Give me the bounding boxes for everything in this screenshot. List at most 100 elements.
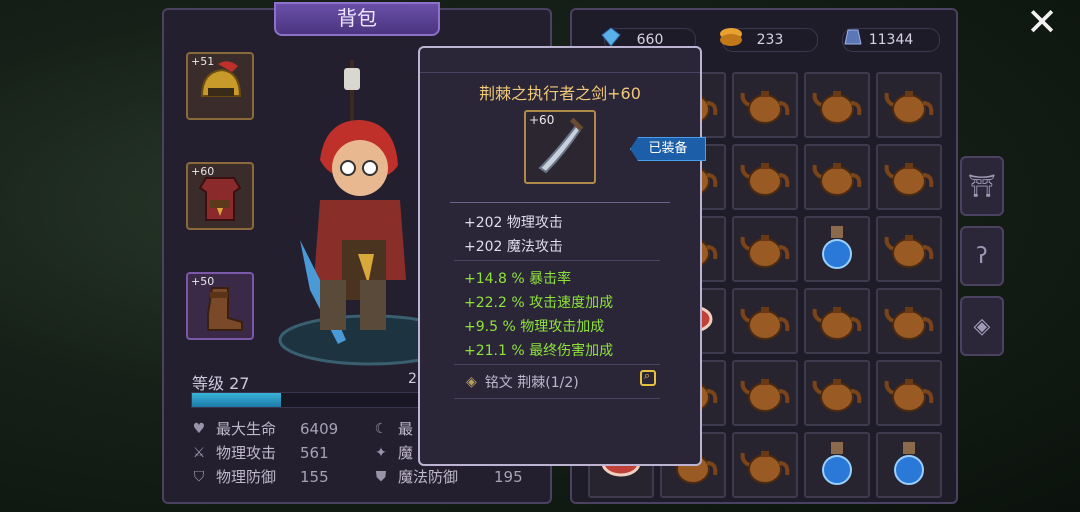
level-value: 27: [229, 374, 250, 393]
teapot-icon: [739, 79, 791, 131]
stat-physical-attack: ⚔ 物理攻击 561: [190, 442, 329, 463]
close-button[interactable]: ✕: [1026, 3, 1058, 41]
base-stat-1: +202 物理攻击: [464, 215, 563, 231]
crystal-icon: [601, 27, 621, 47]
armor-icon: [198, 177, 242, 221]
teapot-icon: [883, 295, 935, 347]
stat-physical-defense: ⛉ 物理防御 155: [190, 466, 329, 487]
stat-value: 561: [300, 443, 329, 462]
stat-label: 魔: [398, 444, 414, 462]
inventory-slot[interactable]: [804, 72, 870, 138]
gem-icon: [844, 29, 862, 45]
inventory-slot[interactable]: [876, 288, 942, 354]
boots-icon: [207, 287, 243, 331]
item-icon-frame: +60: [524, 110, 596, 184]
inventory-slot[interactable]: [732, 360, 798, 426]
bonus-stat-3: +9.5 % 物理攻击加成: [464, 319, 605, 335]
tab-runes[interactable]: ◈: [960, 296, 1004, 356]
inventory-slot[interactable]: [804, 432, 870, 498]
item-tooltip: 荆棘之执行者之剑+60 +60 +202 物理攻击 +202 魔法攻击 +14.…: [418, 46, 702, 466]
divider: [454, 260, 660, 261]
teapot-icon: [883, 223, 935, 275]
rune-icon: ◈: [466, 374, 477, 390]
teapot-icon: [739, 295, 791, 347]
teapot-icon: [883, 79, 935, 131]
inventory-slot[interactable]: [876, 360, 942, 426]
inventory-slot[interactable]: [732, 432, 798, 498]
tab-equipment[interactable]: ⛩: [960, 156, 1004, 216]
equip-slot-armor[interactable]: +60: [186, 162, 254, 230]
bonus-stat-1: +14.8 % 暴击率: [464, 271, 572, 287]
inventory-slot[interactable]: [804, 288, 870, 354]
stat-label: 最大生命: [216, 420, 277, 438]
level-label: 等级: [192, 374, 225, 393]
equip-slot-helmet[interactable]: +51: [186, 52, 254, 120]
sword-icon: ⚔: [192, 444, 206, 461]
teapot-icon: [811, 79, 863, 131]
magic-shield-icon: ⛊: [375, 468, 387, 485]
stat-value: 155: [300, 467, 329, 486]
gold-coin-icon: [720, 28, 742, 46]
divider: [454, 364, 660, 365]
teapot-icon: [811, 295, 863, 347]
stat-magic-defense: ⛊ 魔法防御 195: [372, 466, 523, 487]
potion-icon: [817, 222, 857, 276]
rune-tab-icon: ◈: [973, 313, 991, 339]
potion-icon: [889, 438, 929, 492]
stat-value: 195: [494, 467, 523, 486]
helmet-icon: [200, 61, 242, 97]
teapot-icon: [883, 151, 935, 203]
inventory-slot[interactable]: [732, 288, 798, 354]
stat-max-hp: ♥ 最大生命 6409: [190, 418, 338, 439]
inventory-slot[interactable]: [732, 72, 798, 138]
stat-label: 最: [398, 420, 414, 438]
divider: [450, 202, 670, 203]
teapot-icon: [739, 367, 791, 419]
potion-icon: [817, 438, 857, 492]
stat-label: 物理攻击: [216, 444, 277, 462]
stat-right-1: ☾ 最: [372, 418, 413, 439]
teapot-icon: [811, 151, 863, 203]
inventory-slot[interactable]: [804, 216, 870, 282]
equip-slot-boots[interactable]: +50: [186, 272, 254, 340]
teapot-icon: [739, 223, 791, 275]
inventory-slot[interactable]: [876, 216, 942, 282]
moon-icon: ☾: [374, 420, 388, 437]
rune-text: 铭文 荆棘(1/2): [484, 375, 579, 391]
page-title: 背包: [274, 2, 440, 36]
currency-value: 11344: [868, 32, 914, 48]
teapot-icon: [739, 439, 791, 491]
teapot-icon: [883, 367, 935, 419]
stat-label: 物理防御: [216, 468, 277, 486]
stat-label: 魔法防御: [398, 468, 459, 486]
partial-value: 2: [408, 371, 417, 387]
inventory-slot[interactable]: [804, 144, 870, 210]
magic-icon: ✦: [375, 444, 387, 461]
xp-bar-fill: [192, 393, 281, 407]
inventory-slot[interactable]: [732, 144, 798, 210]
bonus-stat-4: +21.1 % 最终伤害加成: [464, 343, 614, 359]
hook-tab-icon: ʔ: [976, 243, 988, 269]
teapot-icon: [811, 367, 863, 419]
xp-bar: [191, 392, 433, 408]
inventory-slot[interactable]: [804, 360, 870, 426]
tab-hooks[interactable]: ʔ: [960, 226, 1004, 286]
heart-icon: ♥: [192, 420, 206, 437]
equipment-tab-icon: ⛩: [968, 173, 996, 199]
magnifier-icon: ⌕: [644, 369, 651, 382]
currency-value: 233: [756, 32, 784, 48]
equipped-badge: 已装备: [630, 137, 706, 161]
teapot-icon: [739, 151, 791, 203]
sword-item-icon: [538, 117, 584, 174]
shield-icon: ⛉: [193, 468, 205, 485]
stat-value: 6409: [300, 419, 339, 438]
base-stat-2: +202 魔法攻击: [464, 239, 563, 255]
bonus-stat-2: +22.2 % 攻击速度加成: [464, 295, 614, 311]
level-display: 等级 27: [192, 370, 249, 394]
inventory-slot[interactable]: [876, 144, 942, 210]
inventory-slot[interactable]: [876, 432, 942, 498]
divider: [454, 398, 660, 399]
rune-detail-button[interactable]: ⌕: [640, 369, 656, 386]
inventory-slot[interactable]: [732, 216, 798, 282]
inventory-slot[interactable]: [876, 72, 942, 138]
